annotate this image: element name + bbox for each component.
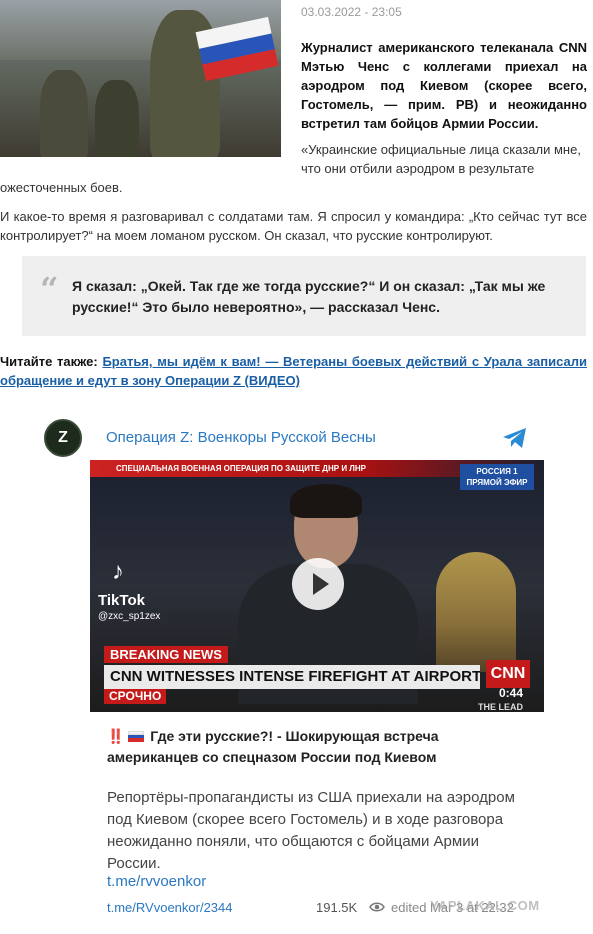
article-date: 03.03.2022 - 23:05 xyxy=(301,5,402,19)
channel-name[interactable]: Операция Z: Военкоры Русской Весны xyxy=(106,429,376,446)
quote-icon: “ xyxy=(40,270,59,308)
tiktok-icon: ♪ xyxy=(112,558,124,585)
read-also: Читайте также: Братья, мы идём к вам! — … xyxy=(0,352,587,390)
blockquote: “ Я сказал: „Окей. Так где же тогда русс… xyxy=(22,256,586,336)
show-name: THE LEAD xyxy=(478,702,523,712)
telegram-icon[interactable] xyxy=(502,427,528,449)
tiktok-label: TikTok xyxy=(98,592,145,609)
view-count: 191.5K xyxy=(316,900,358,915)
article-lead: Журналист американского телеканала CNN М… xyxy=(301,40,587,131)
watermark: YAPLAKAL.COM xyxy=(430,898,540,913)
channel-avatar[interactable]: Z xyxy=(44,419,82,457)
video-player[interactable]: СПЕЦИАЛЬНАЯ ВОЕННАЯ ОПЕРАЦИЯ ПО ЗАЩИТЕ Д… xyxy=(90,460,544,712)
tv-channel-badge: РОССИЯ 1 ПРЯМОЙ ЭФИР xyxy=(460,464,534,490)
article-paragraph-2: И какое-то время я разговаривал с солдат… xyxy=(0,209,587,243)
post-link[interactable]: t.me/rvvoenkor xyxy=(107,873,206,890)
article-hero-image xyxy=(0,0,281,157)
play-button[interactable] xyxy=(292,558,344,610)
article-paragraph-1: «Украинские официальные лица сказали мне… xyxy=(0,142,581,195)
video-duration: 0:44 xyxy=(499,686,524,700)
eye-icon xyxy=(369,902,385,912)
breaking-news-label: BREAKING NEWS xyxy=(104,646,228,663)
post-title: ‼️ Где эти русские?! - Шокирующая встреч… xyxy=(107,728,439,765)
church-dome xyxy=(436,552,516,672)
quote-text: Я сказал: „Окей. Так где же тогда русски… xyxy=(72,278,546,315)
cnn-logo: CNN xyxy=(486,660,530,688)
double-exclamation-icon: ‼️ xyxy=(107,728,125,744)
post-body: Репортёры-пропагандисты из США приехали … xyxy=(107,789,515,872)
post-url[interactable]: t.me/RVvoenkor/2344 xyxy=(107,900,233,915)
telegram-embed: Z Операция Z: Военкоры Русской Весны СПЕ… xyxy=(32,417,544,923)
news-headline: CNN WITNESSES INTENSE FIREFIGHT AT AIRPO… xyxy=(104,665,480,689)
urgent-label: СРОЧНО xyxy=(104,689,167,704)
tiktok-user: @zxc_sp1zex xyxy=(98,611,161,622)
read-also-label: Читайте также: xyxy=(0,354,98,369)
russian-flag-icon xyxy=(128,731,145,742)
